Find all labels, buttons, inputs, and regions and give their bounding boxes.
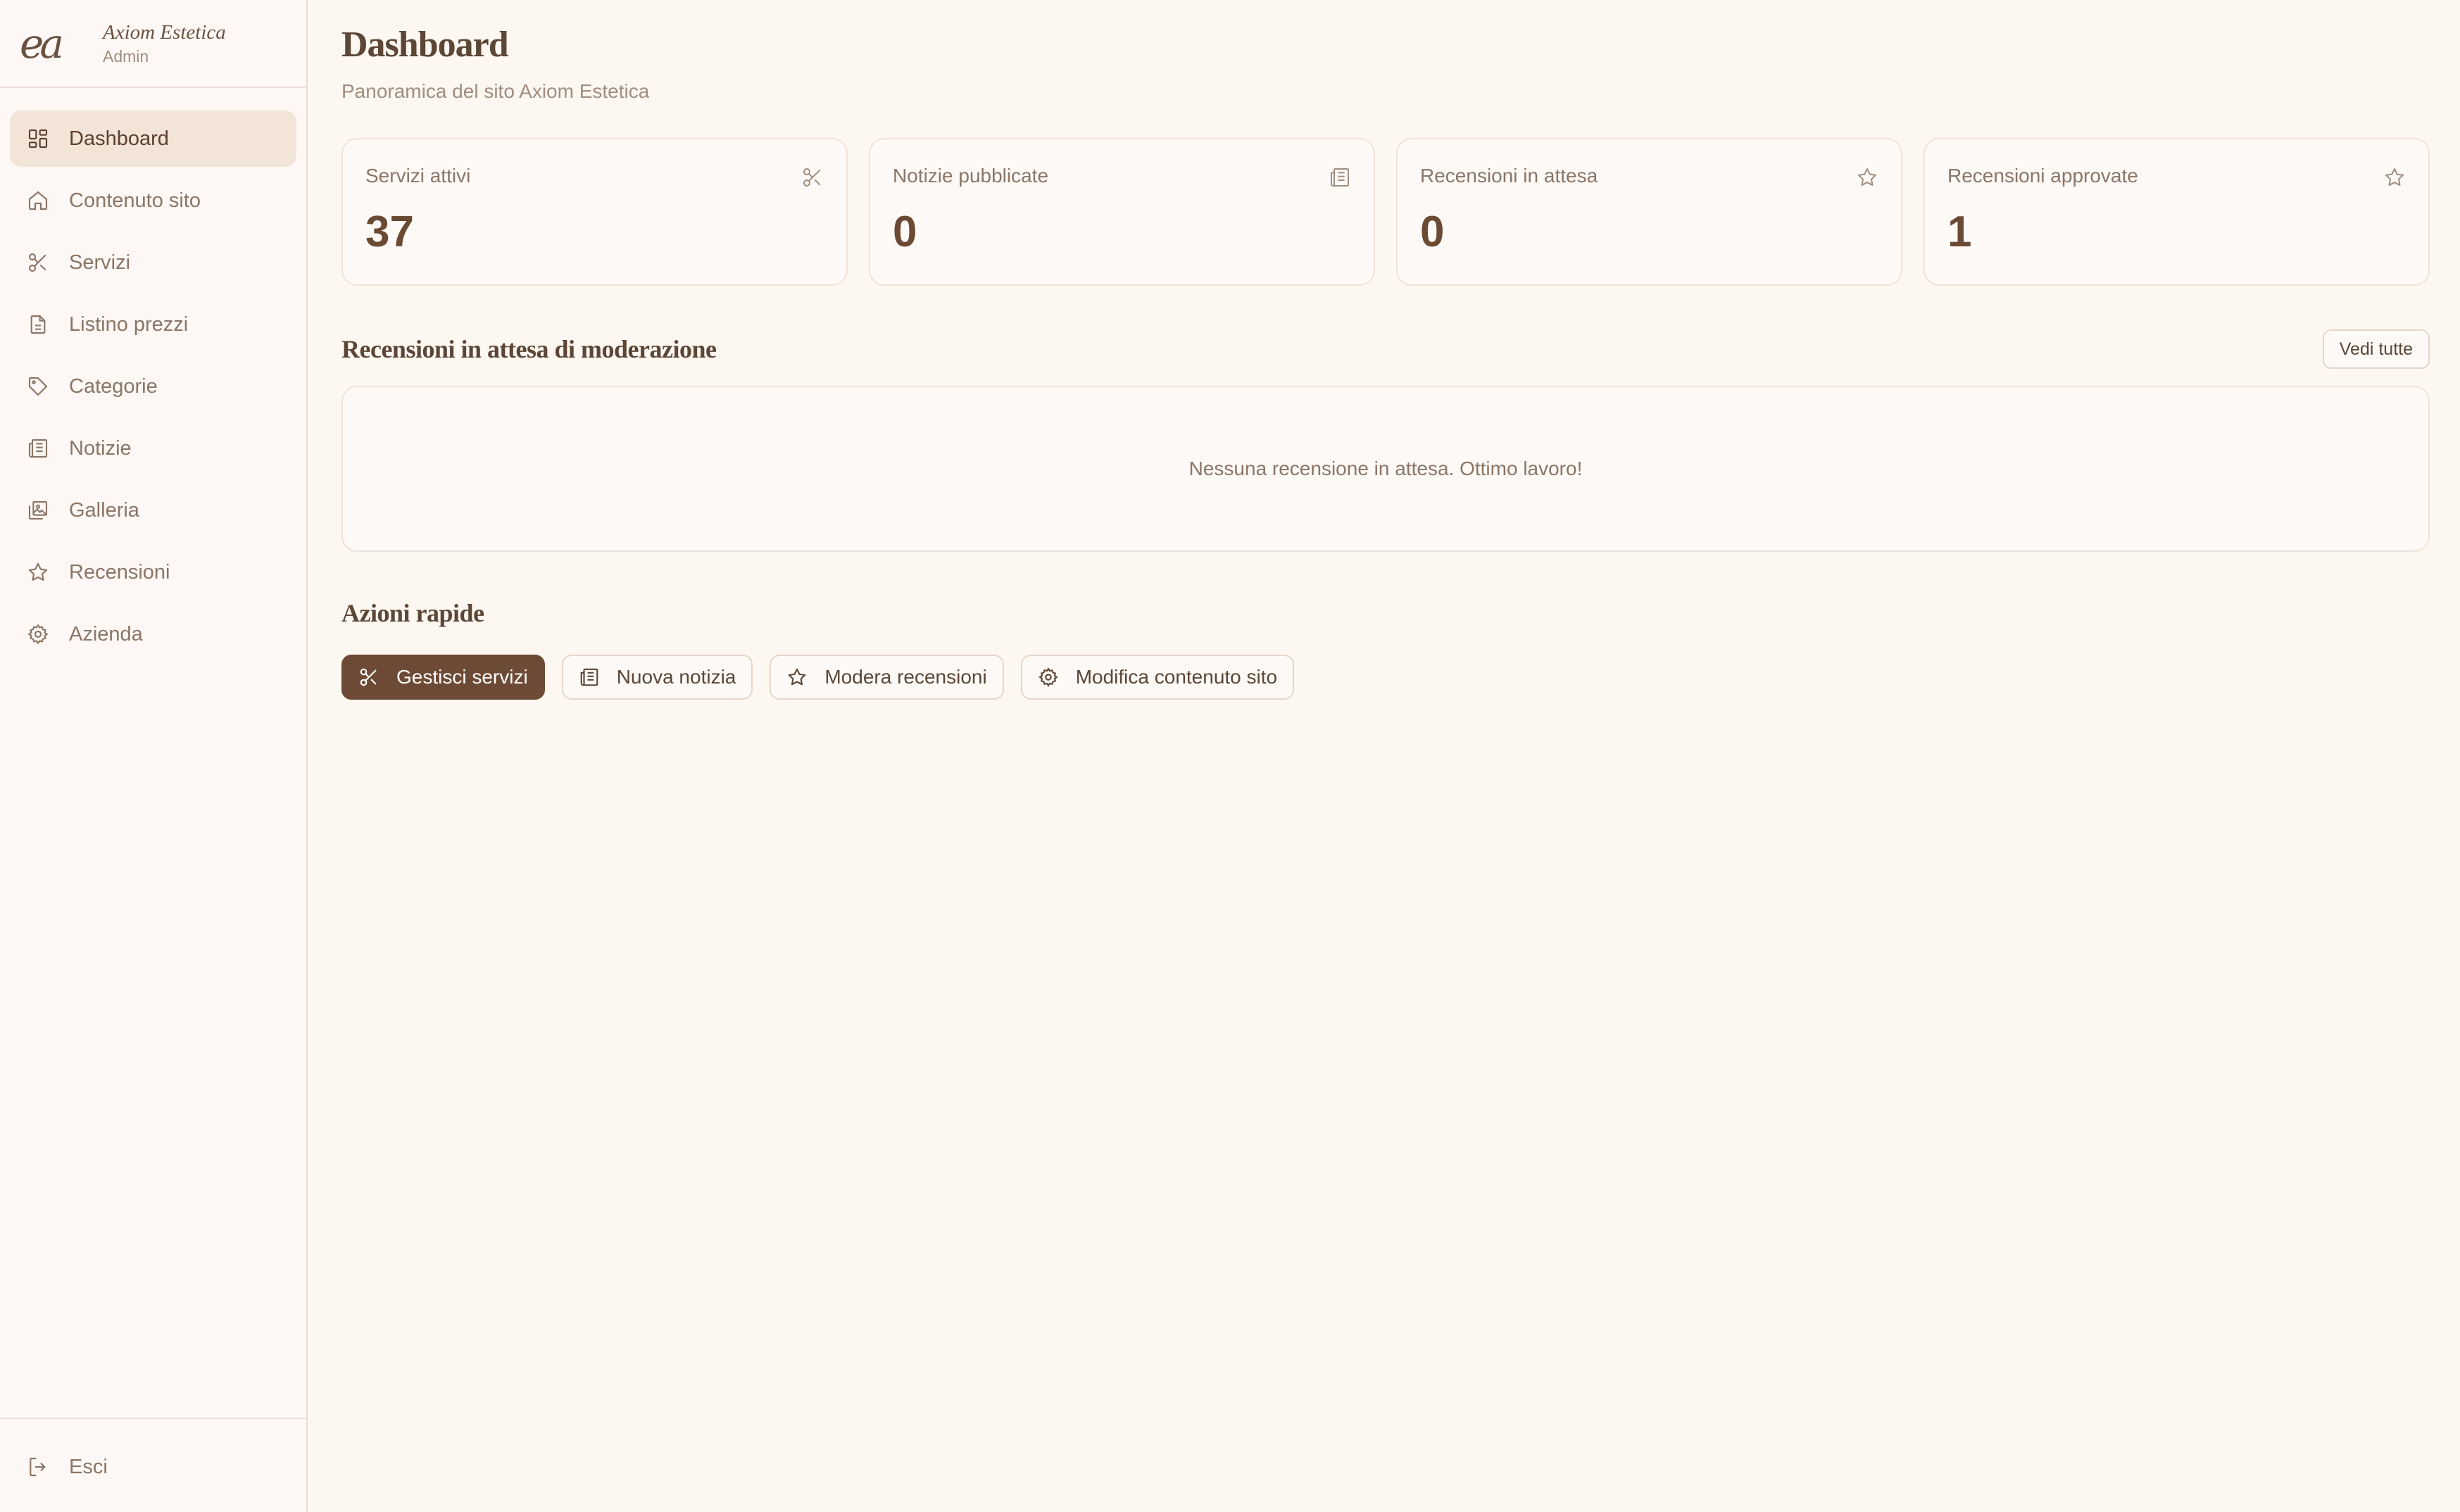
quick-actions-title: Azioni rapide (341, 599, 484, 627)
stat-card-notizie-pubblicate: Notizie pubblicate 0 (869, 138, 1375, 286)
scissors-icon (803, 168, 821, 187)
new-news-button[interactable]: Nuova notizia (561, 655, 753, 700)
brand[interactable]: ea Axiom Estetica Admin (0, 0, 306, 88)
sidebar-item-label: Servizi (69, 251, 131, 274)
sidebar-item-label: Listino prezzi (69, 313, 189, 336)
scissors-icon (28, 253, 46, 272)
button-label: Nuova notizia (616, 666, 736, 688)
logout-label: Esci (69, 1455, 108, 1478)
stat-label: Notizie pubblicate (893, 165, 1049, 187)
sidebar-item-notizie[interactable]: Notizie (10, 420, 296, 477)
stat-value: 0 (1420, 208, 1445, 256)
stat-card-recensioni-in-attesa: Recensioni in attesa 0 (1396, 138, 1902, 286)
sidebar: ea Axiom Estetica Admin Dashboard Conten… (0, 0, 308, 1512)
stats-row: Servizi attivi 37 Notizie pubblicate 0 R… (341, 138, 2430, 286)
sidebar-item-azienda[interactable]: Azienda (10, 606, 296, 662)
stat-card-recensioni-approvate: Recensioni approvate 1 (1924, 138, 2430, 286)
empty-state-message: Nessuna recensione in attesa. Ottimo lav… (1188, 458, 1583, 479)
app-root: ea Axiom Estetica Admin Dashboard Conten… (0, 0, 2460, 1512)
newspaper-icon (580, 668, 598, 686)
home-icon (28, 191, 48, 210)
moderate-reviews-button[interactable]: Modera recensioni (770, 655, 1004, 700)
page-title: Dashboard (341, 25, 509, 65)
logout-icon (30, 1457, 46, 1477)
stat-value: 0 (893, 208, 917, 256)
stat-label: Recensioni in attesa (1420, 165, 1598, 187)
stat-label: Servizi attivi (365, 165, 471, 187)
sidebar-item-galleria[interactable]: Galleria (10, 482, 296, 538)
sidebar-footer: Esci (0, 1418, 306, 1512)
sidebar-item-label: Contenuto sito (69, 189, 201, 212)
sidebar-item-servizi[interactable]: Servizi (10, 234, 296, 291)
sidebar-item-label: Recensioni (69, 560, 170, 584)
sidebar-item-contenuto-sito[interactable]: Contenuto sito (10, 172, 296, 229)
button-label: Modifica contenuto sito (1075, 666, 1278, 688)
brand-logo: ea (20, 19, 64, 68)
sidebar-item-label: Notizie (69, 436, 132, 460)
dashboard-icon (28, 129, 48, 149)
main-content: Dashboard Panoramica del sito Axiom Este… (308, 0, 2460, 1512)
stat-label: Recensioni approvate (1947, 165, 2138, 187)
button-label: Gestisci servizi (396, 666, 528, 688)
scissors-icon (360, 668, 377, 686)
newspaper-icon (1331, 168, 1349, 187)
quick-actions: Gestisci servizi Nuova notizia Modera re… (341, 655, 2430, 700)
sidebar-item-dashboard[interactable]: Dashboard (10, 111, 296, 167)
logout-button[interactable]: Esci (10, 1439, 296, 1495)
view-all-button[interactable]: Vedi tutte (2322, 329, 2430, 369)
tag-icon (28, 377, 48, 396)
pending-reviews-header: Recensioni in attesa di moderazione Vedi… (341, 329, 2430, 369)
sidebar-nav: Dashboard Contenuto sito Servizi Listino… (0, 88, 306, 662)
sidebar-item-label: Categorie (69, 374, 158, 398)
brand-role: Admin (103, 46, 149, 65)
star-icon (1858, 168, 1876, 186)
sidebar-item-label: Azienda (69, 622, 143, 645)
gear-icon (1038, 667, 1058, 687)
sidebar-item-label: Dashboard (69, 127, 169, 150)
newspaper-icon (28, 439, 48, 458)
sidebar-item-recensioni[interactable]: Recensioni (10, 544, 296, 600)
document-icon (30, 315, 46, 334)
stat-value: 1 (1947, 208, 1972, 256)
stat-value: 37 (365, 208, 414, 256)
brand-name: Axiom Estetica (103, 20, 226, 44)
button-label: Modera recensioni (824, 666, 987, 688)
pending-reviews-title: Recensioni in attesa di moderazione (341, 335, 717, 363)
gear-icon (27, 624, 49, 645)
edit-site-content-button[interactable]: Modifica contenuto sito (1020, 655, 1295, 700)
pending-reviews-empty-state: Nessuna recensione in attesa. Ottimo lav… (341, 386, 2430, 552)
sidebar-item-categorie[interactable]: Categorie (10, 358, 296, 415)
stat-card-servizi-attivi: Servizi attivi 37 (341, 138, 848, 286)
brand-text: Axiom Estetica Admin (103, 20, 226, 68)
star-icon (28, 562, 48, 581)
manage-services-button[interactable]: Gestisci servizi (341, 655, 545, 700)
star-icon (789, 668, 806, 686)
page-subtitle: Panoramica del sito Axiom Estetica (341, 80, 650, 102)
gallery-icon (28, 500, 48, 520)
sidebar-item-label: Galleria (69, 498, 139, 522)
sidebar-item-listino-prezzi[interactable]: Listino prezzi (10, 296, 296, 353)
star-icon (2385, 168, 2404, 186)
